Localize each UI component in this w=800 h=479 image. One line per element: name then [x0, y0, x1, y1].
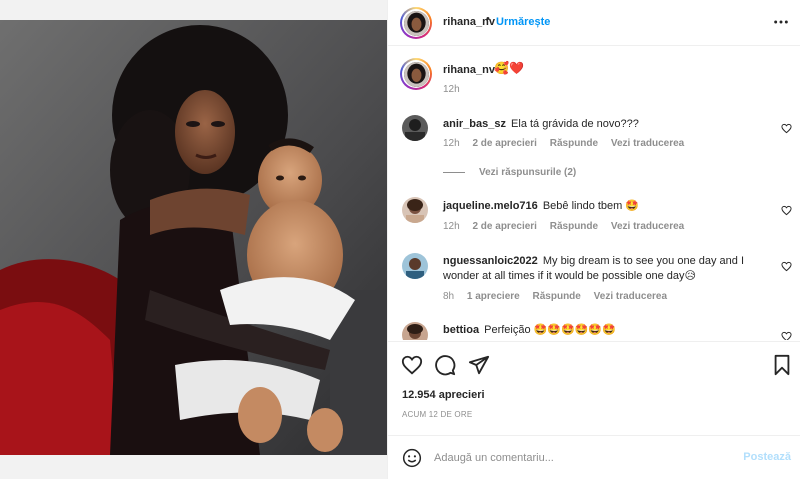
- caption-author-avatar[interactable]: [400, 58, 432, 90]
- comment-likes[interactable]: 1 apreciere: [467, 291, 520, 302]
- comment-avatar[interactable]: [402, 253, 428, 279]
- reply-button[interactable]: Răspunde: [533, 291, 581, 302]
- comment-input[interactable]: [434, 446, 734, 470]
- caption-time[interactable]: 12h: [443, 84, 460, 95]
- comment-avatar[interactable]: [402, 115, 428, 141]
- view-replies-label: Vezi răspunsurile (2): [479, 167, 577, 178]
- caption-username[interactable]: rihana_nv: [443, 64, 495, 76]
- comment-heart-icon[interactable]: [781, 331, 792, 340]
- header-separator: •: [486, 13, 490, 25]
- comment-meta: 8h 1 apreciere Răspunde Vezi traducerea: [443, 291, 677, 302]
- comment-meta: 12h 2 de aprecieri Răspunde Vezi traduce…: [443, 221, 694, 232]
- smiley-icon[interactable]: [402, 448, 422, 468]
- post-actions: 12.954 aprecieri ACUM 12 DE ORE Postează: [388, 341, 800, 479]
- comment-body: Perfeição 🤩🤩🤩🤩🤩🤩: [484, 324, 616, 336]
- likes-count[interactable]: 12.954 aprecieri: [402, 389, 485, 401]
- follow-button[interactable]: Urmărește: [496, 16, 550, 28]
- post-timestamp[interactable]: ACUM 12 DE ORE: [402, 410, 472, 419]
- comment-avatar[interactable]: [402, 197, 428, 223]
- post-comment-button[interactable]: Postează: [743, 451, 791, 463]
- comment-text-row: jaqueline.melo716 Bebê lindo tbem 🤩: [443, 199, 761, 214]
- comment-meta: 12h 2 de aprecieri Răspunde Vezi traduce…: [443, 138, 694, 149]
- comments-list[interactable]: anir_bas_sz Ela tá grávida de novo??? 12…: [388, 100, 800, 340]
- comment-text-row: anir_bas_sz Ela tá grávida de novo???: [443, 117, 761, 132]
- heart-icon[interactable]: [401, 354, 423, 376]
- comment-heart-icon[interactable]: [781, 123, 792, 134]
- share-icon[interactable]: [468, 354, 490, 376]
- comment-time[interactable]: 12h: [443, 138, 460, 149]
- more-horizontal-icon[interactable]: [773, 14, 789, 30]
- post-image[interactable]: [0, 20, 387, 455]
- comment-avatar[interactable]: [402, 322, 428, 340]
- comment-likes[interactable]: 2 de aprecieri: [472, 221, 536, 232]
- reply-button[interactable]: Răspunde: [550, 221, 598, 232]
- translate-button[interactable]: Vezi traducerea: [594, 291, 667, 302]
- bookmark-icon[interactable]: [771, 354, 793, 376]
- comment-username[interactable]: nguessanloic2022: [443, 255, 538, 267]
- comment-time[interactable]: 12h: [443, 221, 460, 232]
- comment-username[interactable]: bettioa: [443, 324, 479, 336]
- comment-username[interactable]: anir_bas_sz: [443, 118, 506, 130]
- view-replies-button[interactable]: Vezi răspunsurile (2): [443, 167, 576, 178]
- reply-button[interactable]: Răspunde: [550, 138, 598, 149]
- author-avatar[interactable]: [400, 7, 432, 39]
- post-photo-panel: [0, 0, 387, 479]
- post-side-panel: rihana_nv • Urmărește rihana_nv 🥰❤️ 12h …: [387, 0, 800, 479]
- comment-heart-icon[interactable]: [781, 205, 792, 216]
- comment-body: Bebê lindo tbem 🤩: [542, 200, 640, 212]
- post-header: rihana_nv • Urmărește: [388, 0, 800, 46]
- comment-time[interactable]: 8h: [443, 291, 454, 302]
- photo-bottom-bar: [0, 455, 387, 479]
- comment-body: Ela tá grávida de novo???: [511, 118, 639, 130]
- comment-text-row: nguessanloic2022 My big dream is to see …: [443, 254, 761, 284]
- translate-button[interactable]: Vezi traducerea: [611, 221, 684, 232]
- comment-icon[interactable]: [434, 354, 456, 376]
- comment-text-row: bettioa Perfeição 🤩🤩🤩🤩🤩🤩: [443, 323, 761, 338]
- replies-line: [443, 171, 465, 173]
- caption-text: 🥰❤️: [494, 61, 524, 75]
- translate-button[interactable]: Vezi traducerea: [611, 138, 684, 149]
- comment-likes[interactable]: 2 de aprecieri: [472, 138, 536, 149]
- comment-heart-icon[interactable]: [781, 261, 792, 272]
- comment-username[interactable]: jaqueline.melo716: [443, 200, 538, 212]
- comment-composer: Postează: [388, 435, 800, 479]
- photo-top-bar: [0, 0, 387, 20]
